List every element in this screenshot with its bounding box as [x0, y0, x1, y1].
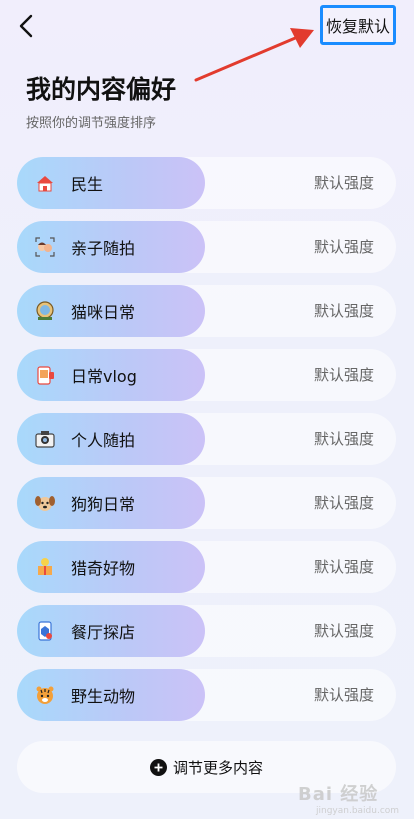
adjust-more-label: 调节更多内容 — [172, 758, 263, 777]
preference-label: 民生 — [71, 175, 104, 194]
preference-item[interactable]: 狗狗日常 默认强度 — [17, 477, 396, 529]
preference-list: 民生 默认强度 亲子随拍 默认强度 猫咪日常 默认强度 日常vlog 默认强度 … — [17, 157, 396, 733]
strength-value: 默认强度 — [313, 238, 374, 256]
preference-item[interactable]: 猫咪日常 默认强度 — [17, 285, 396, 337]
chevron-left-icon — [19, 14, 33, 38]
preference-pill: 餐厅探店 — [17, 605, 205, 657]
preference-label: 猫咪日常 — [71, 303, 136, 322]
preference-pill: 民生 — [17, 157, 205, 209]
preference-label: 猎奇好物 — [71, 559, 136, 578]
tiger-icon — [34, 684, 56, 706]
dog-icon — [34, 492, 56, 514]
camera-icon — [34, 428, 56, 450]
preference-label: 日常vlog — [71, 367, 137, 386]
preference-pill: 猫咪日常 — [17, 285, 205, 337]
phone-shop-icon — [34, 620, 56, 642]
preference-label: 亲子随拍 — [71, 239, 136, 258]
restore-default-button[interactable]: 恢复默认 — [320, 5, 396, 45]
strength-value: 默认强度 — [313, 430, 374, 448]
strength-value: 默认强度 — [313, 622, 374, 640]
plus-circle-icon — [149, 758, 167, 776]
preference-label: 野生动物 — [71, 687, 136, 706]
annotation-arrow-icon — [194, 28, 314, 82]
watermark-main: Bai 经验 — [298, 784, 379, 805]
preference-item[interactable]: 餐厅探店 默认强度 — [17, 605, 396, 657]
preference-item[interactable]: 民生 默认强度 — [17, 157, 396, 209]
preference-label: 狗狗日常 — [71, 495, 136, 514]
strength-value: 默认强度 — [313, 558, 374, 576]
strength-value: 默认强度 — [313, 302, 374, 320]
strength-value: 默认强度 — [313, 686, 374, 704]
preference-pill: 猎奇好物 — [17, 541, 205, 593]
strength-value: 默认强度 — [313, 494, 374, 512]
family-icon — [34, 236, 56, 258]
house-icon — [34, 172, 56, 194]
preference-pill: 狗狗日常 — [17, 477, 205, 529]
cat-photo-icon — [34, 300, 56, 322]
preference-item[interactable]: 野生动物 默认强度 — [17, 669, 396, 721]
page-subtitle: 按照你的调节强度排序 — [26, 116, 157, 131]
restore-default-label: 恢复默认 — [325, 17, 390, 36]
preference-label: 餐厅探店 — [71, 623, 136, 642]
watermark: Bai 经验 jingyan.baidu.com — [298, 778, 414, 818]
preference-pill: 日常vlog — [17, 349, 205, 401]
preference-item[interactable]: 亲子随拍 默认强度 — [17, 221, 396, 273]
strength-value: 默认强度 — [313, 174, 374, 192]
preference-item[interactable]: 猎奇好物 默认强度 — [17, 541, 396, 593]
preference-label: 个人随拍 — [71, 431, 136, 450]
vlog-icon — [34, 364, 56, 386]
preference-item[interactable]: 个人随拍 默认强度 — [17, 413, 396, 465]
preference-pill: 个人随拍 — [17, 413, 205, 465]
watermark-sub: jingyan.baidu.com — [316, 806, 400, 816]
gift-icon — [34, 556, 56, 578]
preference-item[interactable]: 日常vlog 默认强度 — [17, 349, 396, 401]
back-button[interactable] — [14, 12, 38, 40]
strength-value: 默认强度 — [313, 366, 374, 384]
preference-pill: 野生动物 — [17, 669, 205, 721]
page-title: 我的内容偏好 — [26, 75, 177, 104]
preference-pill: 亲子随拍 — [17, 221, 205, 273]
